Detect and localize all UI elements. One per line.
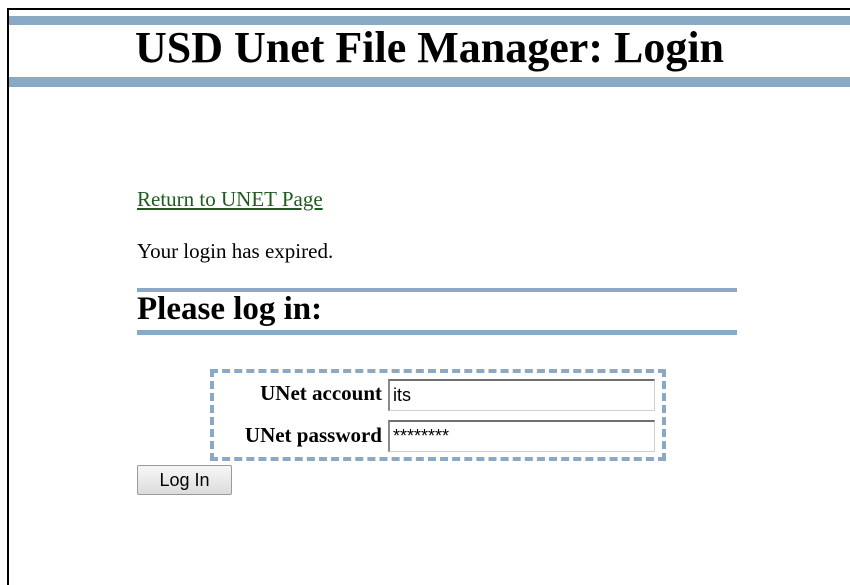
login-expired-message: Your login has expired. xyxy=(137,239,334,263)
account-input[interactable] xyxy=(388,379,655,411)
header-rule-bottom xyxy=(9,77,850,87)
password-label: UNet password xyxy=(244,423,382,447)
section-rule-bottom xyxy=(137,330,737,335)
login-section-heading: Please log in: xyxy=(137,291,323,327)
page-title: USD Unet File Manager: Login xyxy=(134,23,725,72)
log-in-button[interactable]: Log In xyxy=(137,465,232,495)
page-frame xyxy=(7,8,850,585)
account-label: UNet account xyxy=(260,381,382,405)
return-to-unet-link[interactable]: Return to UNET Page xyxy=(137,186,323,212)
password-input[interactable] xyxy=(388,420,655,452)
